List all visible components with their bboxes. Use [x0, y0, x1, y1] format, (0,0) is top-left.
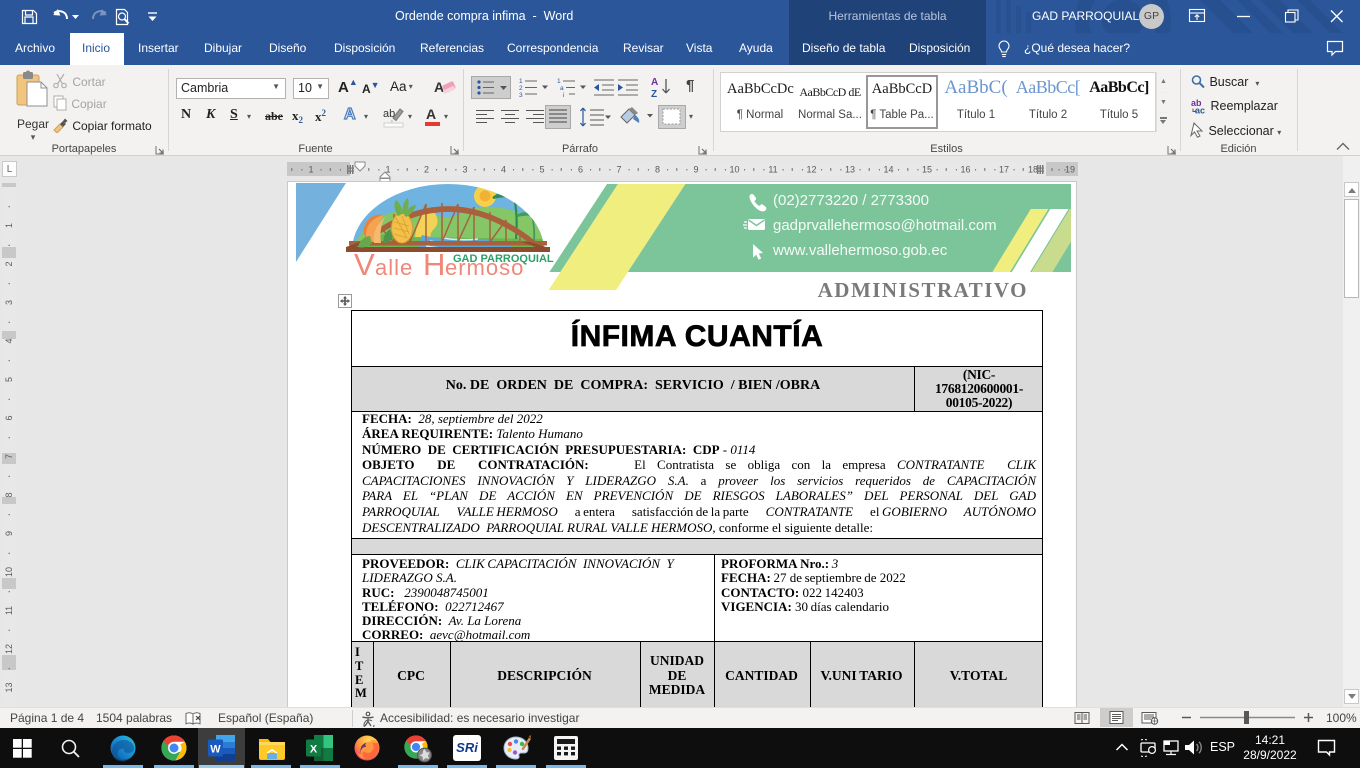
svg-text:7: 7: [4, 454, 14, 459]
svg-text:5: 5: [539, 165, 544, 175]
svg-text:www.vallehermoso.gob.ec: www.vallehermoso.gob.ec: [772, 242, 948, 259]
svg-text:12: 12: [4, 644, 14, 654]
svg-text:3: 3: [4, 300, 14, 305]
svg-text:11: 11: [4, 606, 14, 615]
svg-text:3: 3: [519, 92, 523, 99]
svg-text:9: 9: [693, 165, 698, 175]
svg-text:(02)2773220 / 2773300: (02)2773220 / 2773300: [773, 192, 929, 209]
svg-text:17: 17: [999, 165, 1009, 175]
svg-text:15: 15: [922, 165, 932, 175]
svg-text:10: 10: [4, 567, 14, 577]
svg-text:19: 19: [1065, 165, 1075, 175]
svg-text:1: 1: [557, 78, 561, 85]
svg-text:alle: alle: [375, 255, 413, 280]
svg-text:2: 2: [424, 165, 429, 175]
svg-text:4: 4: [501, 165, 506, 175]
svg-text:1: 1: [4, 223, 14, 228]
svg-text:GAD PARROQUIAL: GAD PARROQUIAL: [453, 253, 554, 265]
svg-text:i: i: [563, 92, 564, 99]
svg-text:6: 6: [4, 415, 14, 420]
svg-text:9: 9: [4, 531, 14, 536]
svg-text:13: 13: [845, 165, 855, 175]
svg-text:A: A: [651, 77, 658, 88]
svg-text:a: a: [560, 85, 564, 92]
svg-text:1: 1: [519, 78, 523, 85]
svg-text:13: 13: [4, 682, 14, 692]
svg-text:8: 8: [4, 492, 14, 497]
svg-text:7: 7: [616, 165, 621, 175]
svg-text:3: 3: [462, 165, 467, 175]
svg-text:14: 14: [883, 165, 893, 175]
svg-text:2: 2: [519, 85, 523, 92]
svg-text:8: 8: [655, 165, 660, 175]
svg-text:H: H: [423, 247, 445, 282]
svg-text:V: V: [354, 247, 375, 282]
svg-text:5: 5: [4, 377, 14, 382]
svg-text:1: 1: [308, 165, 313, 175]
svg-text:2: 2: [4, 261, 14, 266]
svg-text:ac: ac: [1195, 106, 1205, 115]
svg-text:6: 6: [578, 165, 583, 175]
svg-text:W: W: [210, 744, 221, 756]
svg-text:18: 18: [1028, 165, 1038, 175]
svg-text:11: 11: [768, 165, 777, 175]
svg-text:4: 4: [4, 338, 14, 343]
svg-text:16: 16: [960, 165, 970, 175]
svg-text:10: 10: [729, 165, 739, 175]
svg-text:Z: Z: [651, 89, 657, 99]
svg-text:12: 12: [806, 165, 816, 175]
svg-text:X: X: [310, 744, 318, 756]
svg-text:A: A: [426, 106, 436, 122]
svg-text:gadprvallehermoso@hotmail.com: gadprvallehermoso@hotmail.com: [773, 217, 997, 234]
